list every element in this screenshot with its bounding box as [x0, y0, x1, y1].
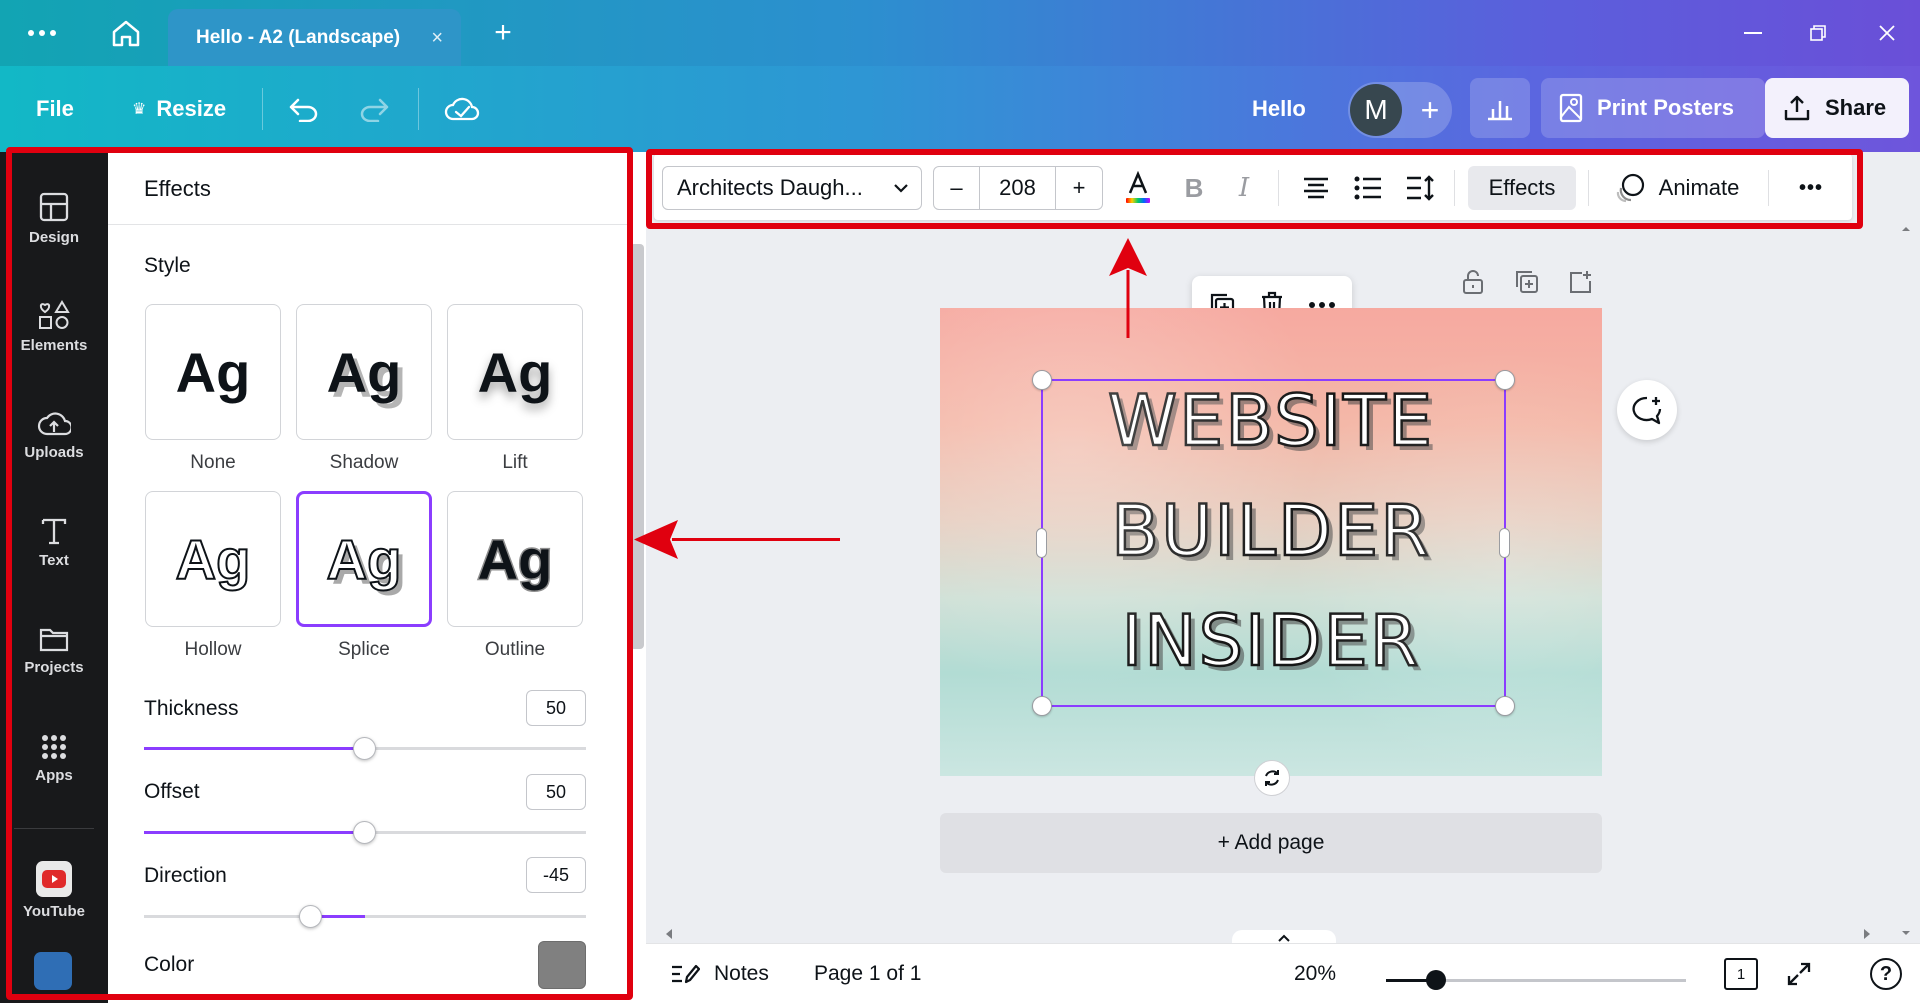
notes-label: Notes: [714, 962, 769, 985]
duplicate-page-icon[interactable]: [1510, 265, 1544, 299]
restore-icon[interactable]: [1803, 0, 1833, 66]
resize-handle[interactable]: [1495, 370, 1515, 390]
header-divider: [262, 88, 263, 130]
cloud-saved-icon[interactable]: [444, 66, 480, 152]
side-resize-handle[interactable]: [1036, 528, 1047, 558]
share-label: Share: [1825, 95, 1887, 120]
title-bar: Hello - A2 (Landscape) × +: [0, 0, 1920, 66]
avatar[interactable]: M: [1350, 84, 1402, 136]
share-button[interactable]: Share: [1765, 78, 1909, 138]
annotation-arrow-left: [634, 520, 840, 559]
resize-label: Resize: [156, 96, 227, 121]
add-page-button[interactable]: + Add page: [940, 813, 1602, 873]
fullscreen-icon[interactable]: [1786, 944, 1812, 1003]
side-resize-handle[interactable]: [1499, 528, 1510, 558]
bar-chart-icon: [1488, 101, 1512, 121]
minimize-icon[interactable]: [1738, 0, 1768, 66]
crown-icon: ♛: [132, 101, 147, 118]
page-indicator[interactable]: Page 1 of 1: [814, 944, 921, 1003]
menu-dots-icon[interactable]: [20, 0, 64, 66]
help-button[interactable]: ?: [1870, 958, 1902, 990]
file-menu[interactable]: File: [36, 66, 74, 152]
share-icon: [1784, 95, 1810, 121]
editor-footer: Notes Page 1 of 1 20% 1 ?: [646, 943, 1920, 1003]
lock-icon[interactable]: [1456, 265, 1490, 299]
resize-handle[interactable]: [1495, 696, 1515, 716]
redo-icon[interactable]: [358, 66, 390, 152]
annotation-box-toolbar: [646, 149, 1863, 229]
resize-handle[interactable]: [1032, 696, 1052, 716]
add-page-icon[interactable]: [1564, 265, 1598, 299]
notes-icon: [672, 964, 700, 984]
page-grid-button[interactable]: 1: [1724, 958, 1758, 990]
add-comment-icon[interactable]: [1617, 380, 1677, 440]
insights-button[interactable]: [1470, 78, 1530, 138]
selection-box[interactable]: [1041, 379, 1506, 707]
print-posters-label: Print Posters: [1597, 95, 1734, 120]
annotation-box-effects-panel: [6, 147, 633, 1000]
add-collaborator-button[interactable]: +: [1408, 84, 1452, 136]
new-tab-icon[interactable]: +: [488, 0, 518, 66]
notes-button[interactable]: Notes: [670, 944, 769, 1003]
header-divider: [418, 88, 419, 130]
canvas-vertical-scrollbar[interactable]: [1896, 225, 1916, 940]
home-icon[interactable]: [106, 0, 146, 66]
tab-close-icon[interactable]: ×: [431, 27, 443, 50]
rotate-icon[interactable]: [1254, 760, 1290, 796]
design-title[interactable]: Hello: [1252, 66, 1306, 152]
print-posters-button[interactable]: Print Posters: [1541, 78, 1765, 138]
resize-button[interactable]: ♛ Resize: [132, 66, 226, 152]
document-tab[interactable]: Hello - A2 (Landscape) ×: [168, 9, 461, 66]
zoom-level[interactable]: 20%: [1294, 944, 1336, 1003]
tab-title: Hello - A2 (Landscape): [196, 26, 401, 48]
resize-handle[interactable]: [1032, 370, 1052, 390]
editor-header: File ♛ Resize Hello M + Print Posters Sh…: [0, 66, 1920, 152]
undo-icon[interactable]: [288, 66, 320, 152]
zoom-slider-handle[interactable]: [1426, 970, 1446, 990]
annotation-arrow-up: [1109, 238, 1147, 338]
poster-icon: [1559, 93, 1583, 123]
window-close-icon[interactable]: [1872, 0, 1902, 66]
